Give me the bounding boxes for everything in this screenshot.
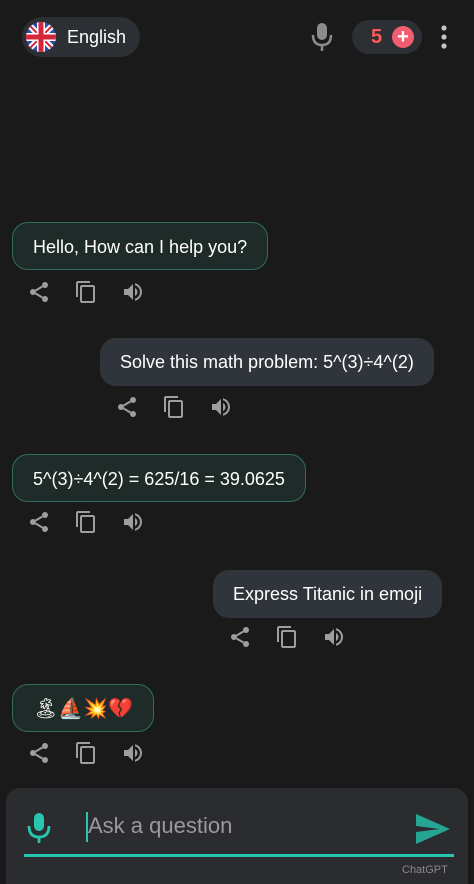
share-icon[interactable]	[26, 279, 52, 305]
copy-icon[interactable]	[161, 394, 187, 420]
ask-question-input[interactable]	[88, 808, 388, 844]
share-icon[interactable]	[26, 509, 52, 535]
speaker-icon[interactable]	[208, 394, 234, 420]
copy-icon[interactable]	[73, 740, 99, 766]
copy-icon[interactable]	[73, 279, 99, 305]
message-actions	[26, 740, 167, 768]
user-message: Express Titanic in emoji	[213, 570, 443, 618]
message-actions	[227, 624, 368, 652]
send-icon[interactable]	[414, 812, 452, 846]
share-icon[interactable]	[26, 740, 52, 766]
share-icon[interactable]	[227, 624, 253, 650]
bot-message: Hello, How can I help you?	[12, 222, 269, 270]
share-icon[interactable]	[114, 394, 140, 420]
speaker-icon[interactable]	[120, 509, 146, 535]
plus-icon[interactable]: +	[392, 26, 414, 48]
credits-badge[interactable]: 5 +	[352, 20, 422, 54]
input-underline	[24, 854, 454, 857]
more-vertical-icon[interactable]	[436, 24, 452, 50]
message-actions	[114, 394, 255, 422]
speaker-icon[interactable]	[321, 624, 347, 650]
speaker-icon[interactable]	[120, 279, 146, 305]
message-actions	[26, 279, 167, 307]
credits-count: 5	[371, 26, 383, 48]
language-label: English	[67, 27, 127, 47]
copy-icon[interactable]	[73, 509, 99, 535]
speaker-icon[interactable]	[120, 740, 146, 766]
brand-label: ChatGPT	[402, 864, 448, 876]
language-selector[interactable]: English	[22, 17, 140, 57]
user-message: Solve this math problem: 5^(3)÷4^(2)	[100, 338, 434, 386]
bot-message: 🏝⛵💥💔	[12, 684, 155, 732]
microphone-icon[interactable]	[310, 22, 334, 52]
copy-icon[interactable]	[274, 624, 300, 650]
microphone-icon[interactable]	[26, 812, 52, 844]
bot-message: 5^(3)÷4^(2) = 625/16 = 39.0625	[12, 454, 306, 502]
composer: ChatGPT	[6, 788, 468, 884]
uk-flag-icon	[26, 22, 56, 52]
message-actions	[26, 509, 167, 537]
